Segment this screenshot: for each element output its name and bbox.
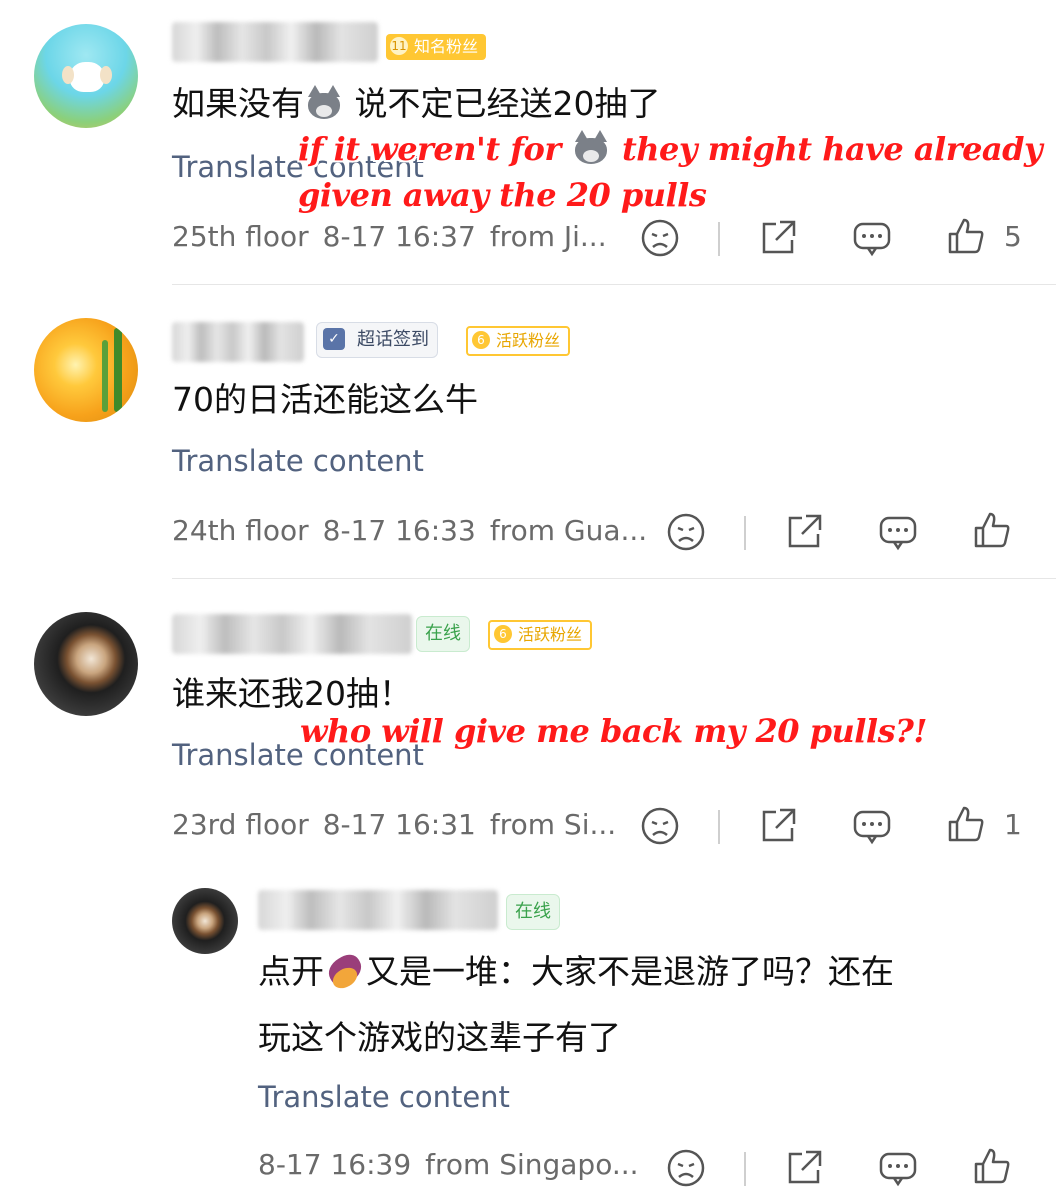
- divider: [172, 284, 1056, 285]
- like-count: 5: [1004, 220, 1022, 253]
- reply-text-part: 点开: [258, 952, 324, 991]
- checkin-badge-label: 超话签到: [357, 329, 429, 350]
- reply-content-line2: 玩这个游戏的这辈子有了: [258, 1018, 621, 1057]
- separator: [744, 516, 746, 550]
- comment-meta: 23rd floor 8-17 16:31 from Si...: [172, 808, 630, 841]
- share-icon[interactable]: [758, 218, 798, 258]
- sweet-potato-emoji-icon: [323, 950, 367, 993]
- floor-label: 25th floor: [172, 220, 309, 253]
- comment-meta: 25th floor 8-17 16:37 from Ji...: [172, 220, 621, 253]
- like-icon[interactable]: [972, 510, 1012, 550]
- timestamp: 8-17 16:39: [258, 1148, 412, 1181]
- share-icon[interactable]: [758, 806, 798, 846]
- reply-avatar[interactable]: [172, 888, 238, 954]
- floor-label: 23rd floor: [172, 808, 309, 841]
- dislike-face-icon[interactable]: [640, 218, 680, 258]
- checkin-badge[interactable]: ✓ 超话签到: [316, 322, 438, 358]
- share-icon[interactable]: [784, 512, 824, 552]
- fan-level-icon: 11: [390, 37, 408, 55]
- fan-badge-label: 知名粉丝: [414, 37, 479, 56]
- location: from Gua...: [489, 514, 648, 547]
- avatar[interactable]: [34, 24, 138, 128]
- divider: [172, 578, 1056, 579]
- timestamp: 8-17 16:31: [322, 808, 476, 841]
- reply-text-part: 又是一堆：大家不是退游了吗？还在: [366, 952, 894, 991]
- comment-icon[interactable]: [878, 1148, 918, 1188]
- online-badge: 在线: [416, 616, 470, 652]
- comment-icon[interactable]: [852, 806, 892, 846]
- reply-meta: 8-17 16:39 from Singapo...: [258, 1148, 653, 1181]
- avatar-dog-illustration: [62, 62, 112, 92]
- comment-text-part: 说不定已经送20抽了: [354, 84, 661, 123]
- dislike-face-icon[interactable]: [666, 512, 706, 552]
- active-fan-badge-label: 活跃粉丝: [518, 625, 583, 644]
- reply-content-line1: 点开 又是一堆：大家不是退游了吗？还在: [258, 950, 894, 994]
- calendar-check-icon: ✓: [323, 328, 345, 350]
- dislike-face-icon[interactable]: [666, 1148, 706, 1188]
- separator: [744, 1152, 746, 1186]
- fan-level-icon: 6: [472, 331, 490, 349]
- location: from Ji...: [489, 220, 607, 253]
- online-badge: 在线: [506, 894, 560, 930]
- wolf-emoji-icon: [571, 130, 611, 166]
- translation-overlay-line1: if it weren't for they might have alread…: [298, 126, 1043, 172]
- like-icon[interactable]: [946, 216, 986, 256]
- avatar[interactable]: [34, 318, 138, 422]
- username-blurred[interactable]: [258, 890, 498, 930]
- username-blurred[interactable]: [172, 322, 304, 362]
- overlay-text: they might have already: [622, 130, 1043, 168]
- timestamp: 8-17 16:33: [322, 514, 476, 547]
- comment-meta: 24th floor 8-17 16:33 from Gua...: [172, 514, 661, 547]
- fan-badge[interactable]: 11 知名粉丝: [386, 34, 487, 60]
- translation-overlay-line2: given away the 20 pulls: [298, 176, 707, 214]
- comment-content: 70的日活还能这么牛: [172, 380, 478, 419]
- translation-overlay: who will give me back my 20 pulls?!: [300, 712, 927, 750]
- comment-icon[interactable]: [852, 218, 892, 258]
- comment-text-part: 如果没有: [172, 84, 304, 123]
- separator: [718, 222, 720, 256]
- separator: [718, 810, 720, 844]
- translate-link[interactable]: Translate content: [258, 1080, 510, 1114]
- fan-level-icon: 6: [494, 625, 512, 643]
- active-fan-badge[interactable]: 6 活跃粉丝: [488, 620, 593, 650]
- username-blurred[interactable]: [172, 22, 378, 62]
- overlay-text: if it weren't for: [298, 130, 561, 168]
- translate-link[interactable]: Translate content: [172, 444, 424, 478]
- active-fan-badge-label: 活跃粉丝: [496, 331, 561, 350]
- like-count: 1: [1004, 808, 1022, 841]
- wolf-emoji-icon: [304, 85, 344, 121]
- dislike-face-icon[interactable]: [640, 806, 680, 846]
- share-icon[interactable]: [784, 1148, 824, 1188]
- location: from Si...: [489, 808, 617, 841]
- comment-content: 如果没有 说不定已经送20抽了: [172, 82, 661, 126]
- like-icon[interactable]: [972, 1146, 1012, 1186]
- comment-icon[interactable]: [878, 512, 918, 552]
- active-fan-badge[interactable]: 6 活跃粉丝: [466, 326, 571, 356]
- location: from Singapo...: [425, 1148, 639, 1181]
- avatar[interactable]: [34, 612, 138, 716]
- timestamp: 8-17 16:37: [322, 220, 476, 253]
- like-icon[interactable]: [946, 804, 986, 844]
- floor-label: 24th floor: [172, 514, 309, 547]
- username-blurred[interactable]: [172, 614, 412, 654]
